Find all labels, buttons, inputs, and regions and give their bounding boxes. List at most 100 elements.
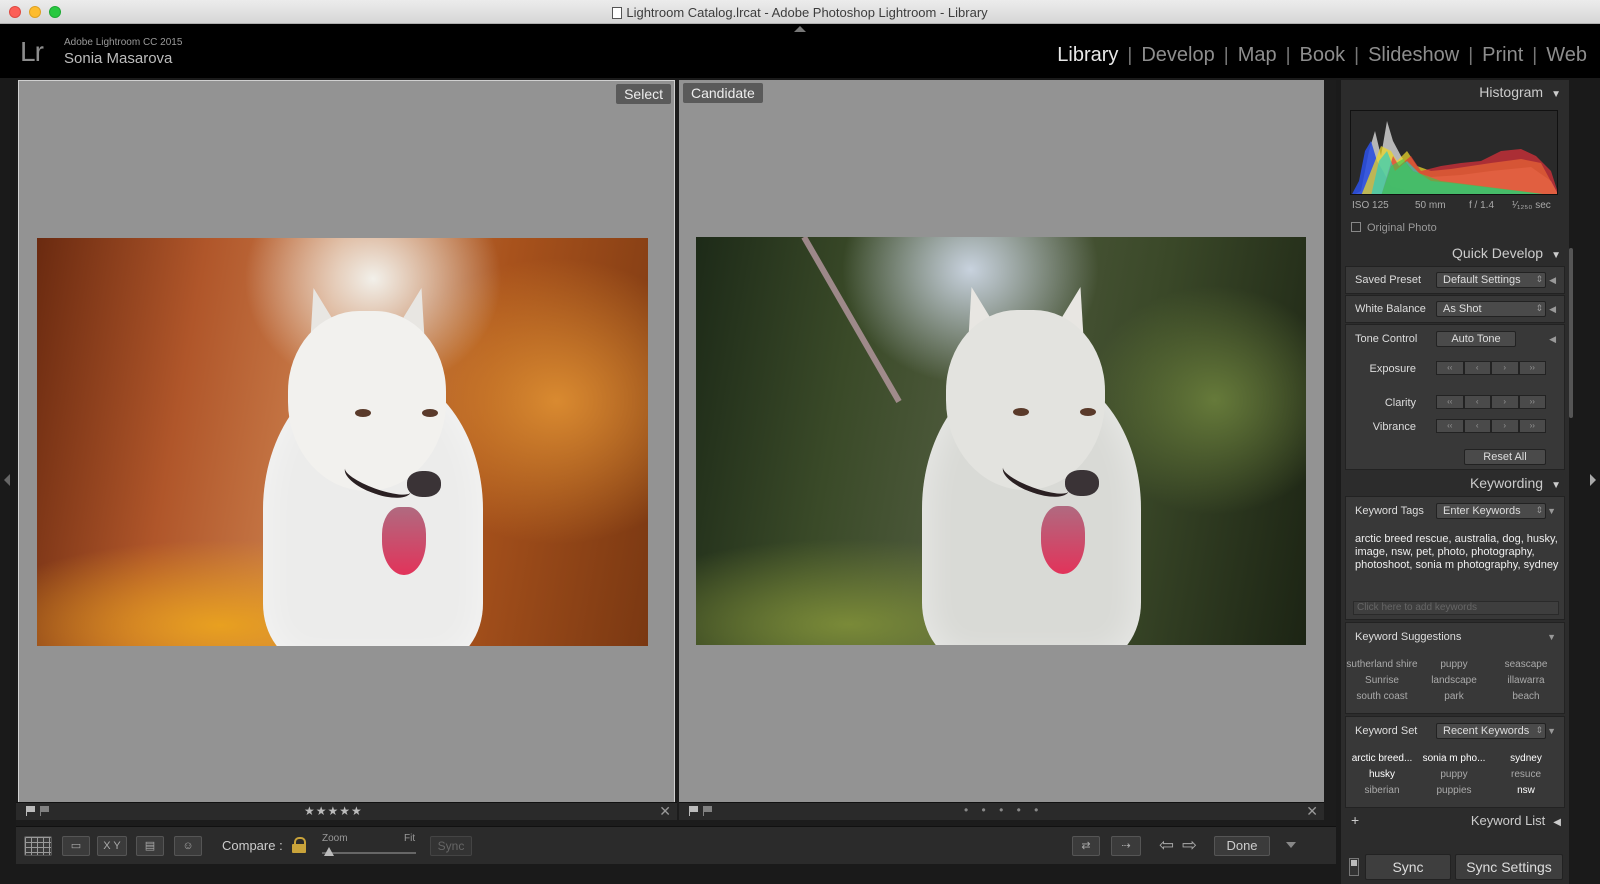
keyword-set-item[interactable]: siberian — [1346, 785, 1418, 796]
compare-label: Compare : — [222, 838, 283, 853]
keyword-suggestion[interactable]: south coast — [1346, 691, 1418, 702]
keyword-suggestions-grid: sutherland shire puppy seascape Sunrise … — [1346, 659, 1566, 702]
keyword-suggestion[interactable]: sutherland shire — [1346, 659, 1418, 670]
keyword-set-item[interactable]: nsw — [1490, 785, 1562, 796]
module-map[interactable]: Map — [1235, 44, 1280, 67]
user-name: Sonia Masarova — [64, 50, 173, 67]
keyword-suggestion[interactable]: seascape — [1490, 659, 1562, 670]
add-keywords-input[interactable]: Click here to add keywords — [1353, 601, 1559, 615]
reject-flag-icon[interactable] — [40, 806, 49, 816]
select-photo[interactable] — [37, 238, 648, 646]
keyword-set-item[interactable]: resuce — [1490, 769, 1562, 780]
dog-tongue — [1040, 506, 1085, 575]
previous-photo-icon[interactable]: ⇦ — [1159, 835, 1174, 856]
keyword-suggestion[interactable]: park — [1418, 691, 1490, 702]
collapse-triangle-icon[interactable]: ▼ — [1551, 250, 1561, 261]
keyword-set-dropdown[interactable]: Recent Keywords — [1436, 723, 1546, 739]
select-pane[interactable]: Select — [18, 80, 675, 817]
keyword-set-label: Keyword Set — [1355, 725, 1418, 737]
grid-view-icon[interactable] — [24, 836, 52, 856]
make-select-icon[interactable]: ⇢ — [1111, 836, 1141, 856]
module-separator: | — [1285, 44, 1291, 66]
zoom-slider-knob[interactable] — [324, 847, 334, 856]
collapse-triangle-icon[interactable]: ▼ — [1547, 632, 1556, 642]
saved-preset-section: Saved Preset Default Settings ◀ — [1345, 266, 1565, 294]
module-library[interactable]: Library — [1054, 44, 1121, 67]
keyword-set-item[interactable]: arctic breed... — [1346, 753, 1418, 764]
zoom-label: Zoom — [322, 833, 348, 844]
expand-triangle-icon[interactable]: ◀ — [1549, 304, 1556, 315]
select-star-rating[interactable]: ★★★★★ — [304, 804, 363, 818]
right-panel: Histogram ▼ ISO 125 50 mm f / 1.4 ¹⁄₁₂₅₀ … — [1341, 80, 1569, 850]
candidate-photo[interactable] — [696, 237, 1306, 645]
keyword-suggestion[interactable]: puppy — [1418, 659, 1490, 670]
next-photo-icon[interactable]: ⇨ — [1182, 835, 1197, 856]
auto-tone-button[interactable]: Auto Tone — [1436, 331, 1516, 347]
pick-flag-icon[interactable] — [26, 806, 35, 816]
lock-icon[interactable] — [292, 837, 306, 853]
toolbar-options-chevron-icon[interactable] — [1286, 842, 1296, 848]
histogram-header[interactable]: Histogram ▼ — [1479, 84, 1561, 100]
saved-preset-dropdown[interactable]: Default Settings — [1436, 272, 1546, 288]
keyword-tags-text[interactable]: arctic breed rescue, australia, dog, hus… — [1355, 533, 1560, 572]
loupe-view-icon[interactable]: ▭ — [62, 836, 90, 856]
swap-icon[interactable]: ⇄ — [1072, 836, 1100, 856]
reset-all-button[interactable]: Reset All — [1464, 449, 1546, 465]
keyword-set-grid: arctic breed... sonia m pho... sydney hu… — [1346, 753, 1566, 796]
module-develop[interactable]: Develop — [1138, 44, 1217, 67]
people-view-icon[interactable]: ☺ — [174, 836, 202, 856]
add-keyword-icon[interactable]: + — [1351, 812, 1359, 828]
close-icon[interactable]: ✕ — [659, 803, 671, 820]
vibrance-stepper[interactable]: ‹‹ ‹ › ›› — [1436, 419, 1546, 433]
collapse-top-panel-icon[interactable] — [794, 26, 806, 32]
close-icon[interactable]: ✕ — [1306, 803, 1318, 820]
keywording-header[interactable]: Keywording ▼ — [1470, 475, 1561, 491]
expand-triangle-icon[interactable]: ◀ — [1553, 817, 1561, 828]
collapse-triangle-icon[interactable]: ▼ — [1547, 726, 1556, 736]
expand-triangle-icon[interactable]: ◀ — [1549, 334, 1556, 345]
module-slideshow[interactable]: Slideshow — [1365, 44, 1462, 67]
candidate-star-rating[interactable]: • • • • • — [964, 803, 1043, 817]
original-photo-checkbox[interactable] — [1351, 222, 1361, 232]
pick-flag-icon[interactable] — [689, 806, 698, 816]
sync-zoom-button[interactable]: Sync — [430, 836, 472, 856]
collapse-triangle-icon[interactable]: ▼ — [1551, 480, 1561, 491]
module-book[interactable]: Book — [1297, 44, 1349, 67]
expand-triangle-icon[interactable]: ◀ — [1549, 275, 1556, 286]
keyword-list-header[interactable]: + Keyword List ◀ — [1345, 812, 1565, 833]
collapse-right-panel-icon[interactable] — [1590, 474, 1596, 486]
quick-develop-header[interactable]: Quick Develop ▼ — [1452, 245, 1561, 261]
reject-flag-icon[interactable] — [703, 806, 712, 816]
clarity-label: Clarity — [1384, 397, 1416, 409]
keyword-suggestion[interactable]: landscape — [1418, 675, 1490, 686]
keyword-set-item[interactable]: puppies — [1418, 785, 1490, 796]
keyword-set-item[interactable]: sonia m pho... — [1418, 753, 1490, 764]
keyword-set-item[interactable]: puppy — [1418, 769, 1490, 780]
keyword-suggestion[interactable]: Sunrise — [1346, 675, 1418, 686]
keyword-suggestions-title: Keyword Suggestions — [1355, 631, 1462, 643]
exposure-stepper[interactable]: ‹‹ ‹ › ›› — [1436, 361, 1546, 375]
auto-sync-switch[interactable] — [1349, 858, 1359, 876]
window-titlebar: Lightroom Catalog.lrcat - Adobe Photosho… — [0, 0, 1600, 24]
zoom-slider-track[interactable] — [322, 852, 416, 854]
collapse-triangle-icon[interactable]: ▼ — [1551, 89, 1561, 100]
keyword-suggestion[interactable]: illawarra — [1490, 675, 1562, 686]
right-panel-scrollbar[interactable] — [1569, 248, 1573, 418]
sync-settings-button[interactable]: Sync Settings — [1455, 854, 1563, 880]
sync-button[interactable]: Sync — [1365, 854, 1451, 880]
compare-view-button[interactable]: X Y — [97, 836, 127, 856]
collapse-triangle-icon[interactable]: ▼ — [1547, 506, 1556, 516]
clarity-stepper[interactable]: ‹‹ ‹ › ›› — [1436, 395, 1546, 409]
keyword-set-item[interactable]: sydney — [1490, 753, 1562, 764]
keyword-suggestion[interactable]: beach — [1490, 691, 1562, 702]
module-web[interactable]: Web — [1543, 44, 1590, 67]
histogram-graph[interactable] — [1350, 110, 1558, 195]
candidate-pane[interactable]: Candidate — [679, 80, 1324, 817]
survey-view-icon[interactable]: ▤ — [136, 836, 164, 856]
keyword-set-item[interactable]: husky — [1346, 769, 1418, 780]
white-balance-dropdown[interactable]: As Shot — [1436, 301, 1546, 317]
module-print[interactable]: Print — [1479, 44, 1526, 67]
keyword-tags-dropdown[interactable]: Enter Keywords — [1436, 503, 1546, 519]
expand-left-panel-icon[interactable] — [4, 474, 10, 486]
done-button[interactable]: Done — [1214, 836, 1270, 856]
